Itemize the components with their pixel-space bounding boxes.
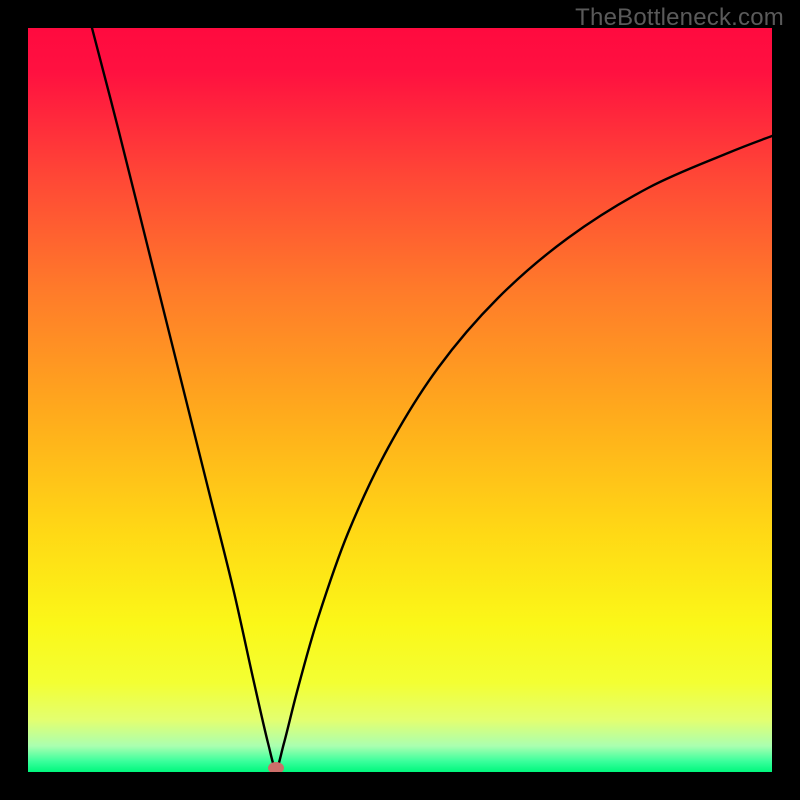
bottleneck-curve [92, 28, 772, 768]
curve-layer [28, 28, 772, 772]
plot-area [28, 28, 772, 772]
watermark-text: TheBottleneck.com [575, 4, 784, 32]
minimum-marker [268, 762, 284, 772]
chart-frame: TheBottleneck.com [0, 0, 800, 800]
